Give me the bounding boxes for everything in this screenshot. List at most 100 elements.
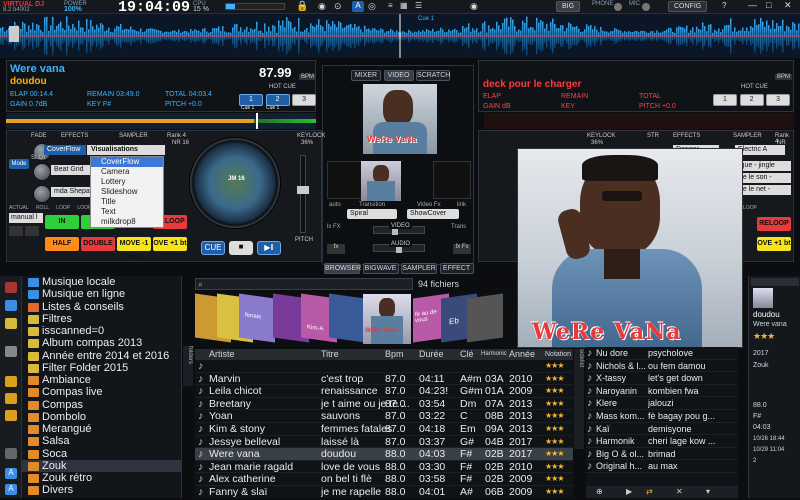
side-list-row[interactable]: ♪ X-tassy let's get down [586,372,738,385]
tab-effect[interactable]: EFFECT [439,263,474,274]
table-row[interactable]: ♪ Fanny & slaï je me rapelle 88.0 04:01 A# 06B… [195,486,573,498]
folder-tree-item[interactable]: Dombolo [22,411,181,423]
folder-icon[interactable] [5,318,17,329]
sidelist-play-icon[interactable]: ▶ [626,487,632,496]
col-harmonic[interactable]: Harmonic [481,349,507,360]
menu-item-coverflow[interactable]: CoverFlow [91,157,163,167]
search-input[interactable]: ⌕ [195,278,413,290]
side-list-row[interactable]: ♪ Original h... au max [586,460,738,473]
pad-move-fwd[interactable]: OVE +1 bt [153,237,187,251]
manual-field[interactable]: manual l [9,213,43,223]
folder-tree-item[interactable]: Compas [22,399,181,411]
sidelist-clear-icon[interactable]: ✕ [676,487,683,496]
tab-sampler[interactable]: SAMPLER [401,263,438,274]
col-duration[interactable]: Durée [419,349,444,360]
loop-back-button[interactable] [9,226,23,236]
folder-tree-item[interactable]: Album compas 2013 [22,337,181,349]
col-rating[interactable]: Notation [545,349,571,360]
pitch-slider[interactable] [297,155,309,233]
sidelist-add-icon[interactable]: ⊕ [596,487,603,496]
rx-fx-button[interactable]: fx Fx [453,244,471,254]
record-icon[interactable]: ◎ [368,1,376,12]
playlist-icon[interactable] [5,393,17,404]
cue-button[interactable]: CUE [201,241,225,255]
loop-fwd-button[interactable] [25,226,39,236]
videofx-select[interactable]: ShowCover [407,209,459,219]
coverflow[interactable]: fenais Kim-A WeRe VaNa fe au de vous Eb [195,292,517,348]
table-row[interactable]: ♪ Alex catherine on bel ti flè 88.0 03:58 F# 0… [195,473,573,486]
minimize-icon[interactable]: — [748,0,757,10]
table-row[interactable]: ♪ Jean marie ragald love de vous 88.0 03:30 F… [195,461,573,474]
menu-item-milkdrop[interactable]: milkdrop8 [91,217,163,227]
folder-tree-item[interactable]: Musique en ligne [22,288,181,300]
side-list-row[interactable]: ♪ Harmonik cheri lage kow ... [586,435,738,448]
menu-item-camera[interactable]: Camera [91,167,163,177]
hotcue-3-button[interactable]: 3 [292,94,317,106]
back-icon[interactable] [5,346,17,357]
pad-in[interactable]: IN [45,215,79,229]
deck-left-mini-waveform[interactable] [6,113,316,129]
beatgrid-select[interactable]: Beat Grid [51,165,95,175]
info-rating[interactable]: ★★★ [753,331,775,342]
stop-button[interactable]: ■ [229,241,253,255]
video-output-window[interactable]: WeRe VaNa [517,148,743,348]
transition-thumb[interactable] [361,161,401,201]
close-icon[interactable]: ✕ [784,0,792,11]
slot-knob[interactable] [33,163,51,181]
video-preview[interactable]: WeRe VaNa [363,84,437,154]
list-icon[interactable]: ≡ [388,1,393,10]
sample-list-item-3[interactable]: ue le net - [737,185,791,195]
tab-browser[interactable]: BROWSER [324,263,361,274]
maximize-icon[interactable]: □ [766,0,771,10]
hotcue-right-1-button[interactable]: 1 [713,94,737,106]
config-button[interactable]: CONFIG [668,1,708,12]
pad-right-move-fwd[interactable]: OVE +1 bt [757,237,791,251]
folder-tree-item[interactable]: Filter Folder 2015 [22,362,181,374]
menu-item-title[interactable]: Title [91,197,163,207]
side-list-row[interactable]: ♪ Nu dore psycholove [586,347,738,360]
tab-mixer[interactable]: MIXER [351,70,381,81]
eye-icon[interactable]: ◉ [318,1,326,12]
col-key[interactable]: Clé [460,349,474,360]
tab-video[interactable]: VIDEO [383,70,414,81]
auto-button[interactable]: A [352,1,364,12]
table-row[interactable]: ♪ Kim & stony femmes fatales 87.0 04:18 Em 09A… [195,423,573,436]
mode-knob[interactable] [33,185,51,203]
folder-tree-item[interactable]: Ambiance [22,374,181,386]
sidelist-tab[interactable]: sidelist [574,349,584,449]
right-video-thumb[interactable] [433,161,471,199]
folder-tree-item[interactable]: Musique locale [22,276,181,288]
folder-tree-item[interactable]: isscanned=0 [22,325,181,337]
deck-left-bpm-label[interactable]: BPM [299,74,317,80]
folder-tree-item[interactable]: Soca [22,448,181,460]
mode-button[interactable]: Mode [9,159,29,169]
pad-move-back[interactable]: MOVE -1 bt [117,237,151,261]
sort-a-icon[interactable]: A [5,468,17,479]
side-list-row[interactable]: ♪ Kaï demisyone [586,423,738,436]
col-artist[interactable]: Artiste [209,349,235,360]
deck-right-mini-waveform[interactable] [484,113,794,129]
folder-tree-item[interactable]: Zouk [22,459,181,472]
folder-tree-item[interactable]: Merangué [22,423,181,435]
side-list-row[interactable]: ♪ Mass kom... fè bagay pou g... [586,410,738,423]
folder-tree-item[interactable]: Zouk rétro [22,472,181,484]
scroll-up-icon[interactable] [5,282,17,293]
play-button[interactable]: ▶‖ [257,241,281,255]
table-row[interactable]: ♪ Leila chicot renaissance 87.0 04:23! G#m 01A… [195,385,573,398]
lock-icon[interactable]: 🔒 [296,1,308,12]
coverflow-current[interactable]: WeRe VaNa [363,294,411,344]
folder-tree-item[interactable]: Divers [22,484,181,496]
folders-side-tab[interactable]: folders [183,346,193,386]
sidelist-shuffle-icon[interactable]: ⇄ [646,487,653,496]
eye-right-icon[interactable]: ◉ [470,1,478,12]
settings-gear-icon[interactable] [5,448,17,459]
side-list-row[interactable]: ♪ Naroyanin kombien fwa [586,385,738,398]
pad-half[interactable]: HALF [45,237,79,251]
grid-icon[interactable]: ▦ [400,1,408,10]
sample-list-item-2[interactable]: ue le son - [737,173,791,183]
big-button[interactable]: BIG [556,1,581,12]
folder-tree-item[interactable]: Listes & conseils [22,301,181,313]
table-row[interactable]: ♪ Marvin c'est trop 87.0 04:11 A#m 03A 2010 ★★★ [195,373,573,386]
folder-tree-item[interactable]: Compas live [22,386,181,398]
transition-select[interactable]: Spiral [347,209,397,219]
